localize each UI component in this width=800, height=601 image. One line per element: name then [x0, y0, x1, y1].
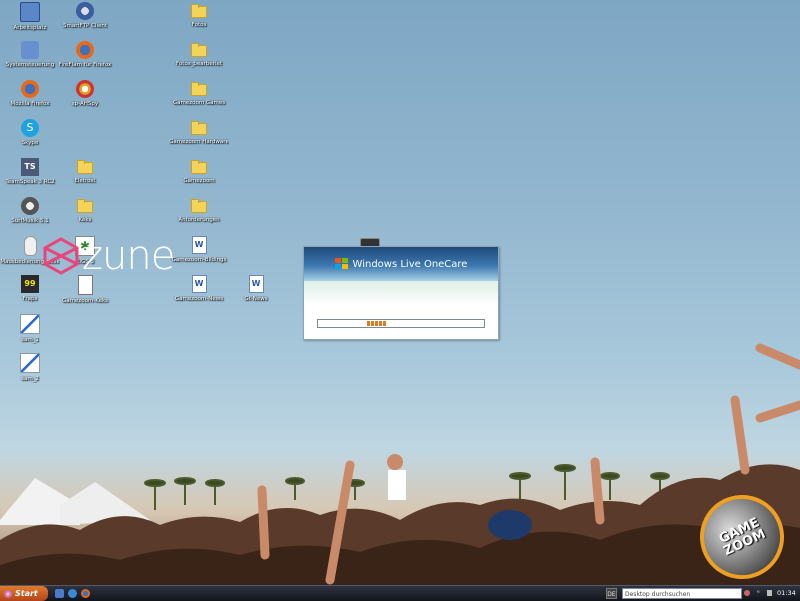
icon-label: sam_1: [21, 337, 39, 343]
desktop-icon-smartftp[interactable]: SmartFTP Client: [55, 2, 115, 30]
desktop-icon-fotos[interactable]: Fotos: [169, 2, 229, 29]
icon-label: Gamezoom: [183, 178, 215, 184]
icon-label: Keks: [78, 217, 92, 223]
skype-icon: S: [21, 119, 39, 137]
desktop-icon-keks[interactable]: Keks: [55, 197, 115, 224]
teamspeak-icon: TS: [21, 158, 39, 176]
desktop-icon-gamezoom-keks[interactable]: Gamezoom-Keks: [55, 275, 115, 305]
progress-bar: [317, 319, 485, 328]
desktop-icon-sam-1[interactable]: sam_1: [0, 314, 60, 344]
desktop-search-input[interactable]: Desktop durchsuchen: [622, 588, 742, 599]
paint-icon: [20, 314, 40, 334]
desktop-icon-skype[interactable]: S Skype: [0, 119, 60, 147]
desktop-icon-anforderungen[interactable]: Anforderungen: [169, 197, 229, 224]
mouse-icon: [23, 236, 37, 256]
desktop-icon-systemsteuerung[interactable]: Systemsteuerung: [0, 41, 60, 69]
taskbar: Start DE Desktop durchsuchen ᵉ 01:34: [0, 585, 800, 601]
spy-icon: [76, 80, 94, 98]
desktop-icon-fireflam[interactable]: FireFlam für Firefox: [55, 41, 115, 69]
icon-label: Fotos: [191, 22, 207, 28]
icon-label: Gamezoom Hardware: [169, 139, 229, 145]
icon-label: Systemsteuerung: [5, 62, 55, 68]
word-doc-icon: [191, 236, 207, 254]
icon-label: FireFlam für Firefox: [58, 62, 112, 68]
icon-label: SmartFTP Client: [62, 23, 108, 29]
desktop-icon-firefox[interactable]: Mozilla Firefox: [0, 80, 60, 108]
quicklaunch-ie-icon[interactable]: [68, 589, 77, 598]
icon-label: Eletrost: [74, 178, 96, 184]
desktop-icon-fotos-bearbeitet[interactable]: Fotos_bearbeitet: [169, 41, 229, 68]
control-panel-icon: [21, 41, 39, 59]
start-label: Start: [15, 589, 38, 598]
desktop-icon-fraps[interactable]: 99 Fraps: [0, 275, 60, 303]
folder-icon: [191, 4, 207, 18]
desktop-icon-gt-news[interactable]: Gt-News: [226, 275, 286, 303]
windows-flag-icon: [334, 258, 348, 269]
folder-icon: [77, 160, 93, 174]
icon-label: SurfMusik 5.1: [11, 218, 49, 224]
icon-label: Fotos_bearbeitet: [175, 61, 223, 67]
icon-label: Arbeitsplatz: [13, 25, 47, 31]
desktop-icon-sam-2[interactable]: sam_2: [0, 353, 60, 383]
word-doc-icon: [248, 275, 264, 293]
desktop-icon-sp-ahspy[interactable]: sp-AHSpy: [55, 80, 115, 108]
zune-logo-icon: [43, 237, 79, 275]
quicklaunch-desktop-icon[interactable]: [55, 589, 64, 598]
icon-label: Anforderungen: [178, 217, 220, 223]
folder-icon: [191, 160, 207, 174]
desktop-icon-arbeitsplatz[interactable]: Arbeitsplatz: [0, 2, 60, 32]
icon-label: Gamezoom-Bildings: [171, 257, 227, 263]
paint-icon: [20, 353, 40, 373]
watermark-text: GAME ZOOM: [716, 515, 769, 560]
clock[interactable]: 01:34: [777, 587, 796, 600]
icon-label: Fraps: [22, 296, 38, 302]
fireflam-icon: [76, 41, 94, 59]
fraps-icon: 99: [21, 275, 39, 293]
firefox-icon: [21, 80, 39, 98]
splash-header: Windows Live OneCare: [304, 247, 498, 281]
splash-title: Windows Live OneCare: [352, 258, 468, 270]
icon-label: sam_2: [21, 376, 39, 382]
folder-icon: [191, 43, 207, 57]
icon-label: Mozilla Firefox: [10, 101, 50, 107]
folder-icon: [77, 199, 93, 213]
volume-icon[interactable]: [767, 590, 772, 596]
desktop-icon-teamspeak[interactable]: TS TeamSpeak 3 RC2: [0, 158, 60, 186]
splash-body: [304, 281, 498, 317]
zune-logo-text: zune: [82, 233, 175, 279]
word-doc-icon: [191, 275, 207, 293]
desktop-icon-gamezoom[interactable]: Gamezoom: [169, 158, 229, 185]
icon-label: Skype: [21, 140, 39, 146]
quicklaunch-firefox-icon[interactable]: [81, 589, 90, 598]
surfmusik-icon: [21, 197, 39, 215]
icon-label: Gamezoom-News: [174, 296, 224, 302]
icon-label: Gamezoom-Keks: [61, 298, 109, 304]
zune-logo: zune: [42, 233, 175, 279]
smartftp-icon: [76, 2, 94, 20]
onecare-splash-window: Windows Live OneCare: [303, 246, 499, 340]
progress-fill: [367, 321, 387, 326]
icon-label: Gt-News: [244, 296, 268, 302]
search-go-icon[interactable]: [744, 590, 750, 596]
desktop-icon-gamezoom-bildings[interactable]: Gamezoom-Bildings: [169, 236, 229, 264]
folder-icon: [191, 82, 207, 96]
folder-icon: [191, 199, 207, 213]
icon-label: sp-AHSpy: [71, 101, 99, 107]
start-button[interactable]: Start: [0, 586, 48, 601]
folder-icon: [191, 121, 207, 135]
desktop-icon-surfmusik[interactable]: SurfMusik 5.1: [0, 197, 60, 225]
desktop-icon-eletrost[interactable]: Eletrost: [55, 158, 115, 185]
network-icon[interactable]: ᵉ: [757, 589, 765, 597]
icon-label: Gamezoom Games: [172, 100, 226, 106]
icon-label: TeamSpeak 3 RC2: [5, 179, 55, 185]
computer-icon: [20, 2, 40, 22]
desktop-icon-gamezoom-news[interactable]: Gamezoom-News: [169, 275, 229, 303]
desktop-icon-gamezoom-games[interactable]: Gamezoom Games: [169, 80, 229, 107]
desktop-icon-gamezoom-hardware[interactable]: Gamezoom Hardware: [169, 119, 229, 146]
keyboard-layout-icon[interactable]: DE: [606, 588, 617, 599]
start-orb-icon: [4, 589, 12, 598]
